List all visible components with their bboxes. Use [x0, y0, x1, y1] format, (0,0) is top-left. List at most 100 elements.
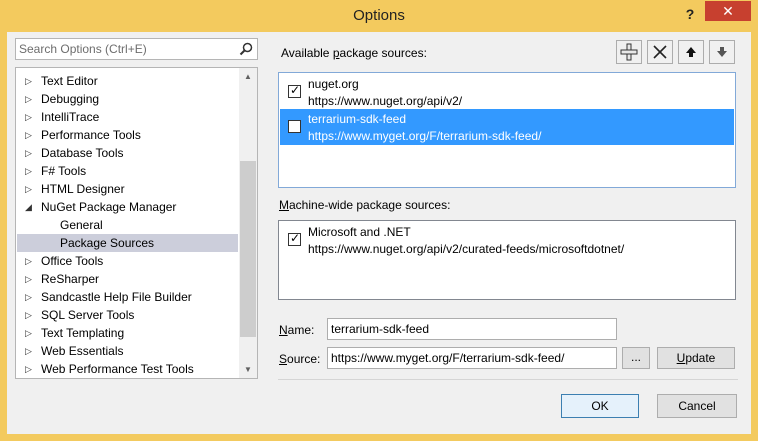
source-checkbox[interactable]: ✓ — [288, 231, 301, 246]
tree-item-label: IntelliTrace — [41, 110, 100, 124]
source-name: terrarium-sdk-feed — [308, 112, 407, 126]
tree-item-label: Debugging — [41, 92, 100, 106]
source-checkbox[interactable]: ✓ — [288, 83, 301, 98]
tree-item[interactable]: ▷ Sandcastle Help File Builder — [17, 288, 238, 306]
move-up-button[interactable] — [678, 40, 704, 64]
arrow-down-icon — [717, 47, 727, 57]
tree-item[interactable]: ▷ Performance Tools — [17, 126, 238, 144]
name-field[interactable]: terrarium-sdk-feed — [327, 318, 617, 340]
collapsed-arrow-icon[interactable]: ▷ — [25, 288, 35, 306]
window-title: Options — [353, 7, 405, 24]
plus-icon — [620, 43, 638, 61]
scroll-up-icon[interactable]: ▲ — [239, 68, 257, 85]
source-item-terrarium[interactable]: terrarium-sdk-feed https://www.myget.org… — [280, 109, 734, 145]
dialog-client: ▷ Text Editor ▷ Debugging ▷ IntelliTrace ▷ Perf… — [7, 32, 751, 434]
collapsed-arrow-icon[interactable]: ▷ — [25, 324, 35, 342]
x-icon — [653, 45, 667, 59]
tree-item-label: Office Tools — [41, 254, 104, 268]
search-icon[interactable] — [239, 42, 253, 56]
tree-item[interactable]: ▷ Text Templating — [17, 324, 238, 342]
tree-item-label: NuGet Package Manager — [41, 200, 177, 214]
source-item-microsoft-dotnet[interactable]: ✓ Microsoft and .NET https://www.nuget.o… — [280, 222, 734, 258]
tree-item-label: General — [60, 218, 103, 232]
tree-item-label: Sandcastle Help File Builder — [41, 290, 192, 304]
tree-item[interactable]: ▷ F# Tools — [17, 162, 238, 180]
collapsed-arrow-icon[interactable]: ▷ — [25, 180, 35, 198]
tree-item[interactable]: ▷ IntelliTrace — [17, 108, 238, 126]
add-source-button[interactable] — [616, 40, 642, 64]
source-url: https://www.myget.org/F/terrarium-sdk-fe… — [308, 129, 542, 143]
available-sources-label: Available package sources: — [281, 46, 427, 60]
tree-item[interactable]: ▷ Text Editor — [17, 72, 238, 90]
available-sources-list[interactable]: ✓ nuget.org https://www.nuget.org/api/v2… — [278, 72, 736, 188]
tree-item-label: HTML Designer — [41, 182, 125, 196]
tree-item[interactable]: ▷ Debugging — [17, 90, 238, 108]
collapsed-arrow-icon[interactable]: ▷ — [25, 72, 35, 90]
tree-item[interactable]: ▷ Web Performance Test Tools — [17, 360, 238, 378]
collapsed-arrow-icon[interactable]: ▷ — [25, 306, 35, 324]
tree-item-label: Windows Forms Designer — [41, 378, 178, 379]
collapsed-arrow-icon[interactable]: ▷ — [25, 144, 35, 162]
move-down-button[interactable] — [709, 40, 735, 64]
tree-item[interactable]: ▷ ReSharper — [17, 270, 238, 288]
tree-item[interactable]: ▷ HTML Designer — [17, 180, 238, 198]
options-tree[interactable]: ▷ Text Editor ▷ Debugging ▷ IntelliTrace ▷ Perf… — [15, 67, 258, 379]
tree-item-label: ReSharper — [41, 272, 100, 286]
collapsed-arrow-icon[interactable]: ▷ — [25, 360, 35, 378]
collapsed-arrow-icon[interactable]: ▷ — [25, 252, 35, 270]
collapsed-arrow-icon[interactable]: ▷ — [25, 270, 35, 288]
scroll-down-icon[interactable]: ▼ — [239, 361, 257, 378]
help-button[interactable]: ? — [680, 4, 700, 24]
collapsed-arrow-icon[interactable]: ▷ — [25, 90, 35, 108]
search-input[interactable] — [19, 41, 229, 57]
tree-item-label: Web Essentials — [41, 344, 124, 358]
scroll-thumb[interactable] — [240, 161, 256, 337]
remove-source-button[interactable] — [647, 40, 673, 64]
source-label: Source: — [279, 352, 321, 366]
tree-item-label: Database Tools — [41, 146, 124, 160]
tree-item[interactable]: ▷ SQL Server Tools — [17, 306, 238, 324]
collapsed-arrow-icon[interactable]: ▷ — [25, 108, 35, 126]
tree-item[interactable]: ◢ NuGet Package Manager — [17, 198, 238, 216]
close-button[interactable]: ✕ — [705, 1, 751, 21]
tree-item-label: SQL Server Tools — [41, 308, 135, 322]
options-window: Options ? ✕ ▷ Text Editor ▷ Debugging ▷ Intel… — [0, 0, 758, 441]
tree-item-label: Text Editor — [41, 74, 98, 88]
title-bar[interactable]: Options ? ✕ — [0, 0, 758, 32]
update-button[interactable]: Update — [657, 347, 735, 369]
tree-item[interactable]: ▷ Database Tools — [17, 144, 238, 162]
collapsed-arrow-icon[interactable]: ▷ — [25, 378, 35, 379]
tree-item-label: Performance Tools — [41, 128, 141, 142]
close-icon: ✕ — [722, 3, 734, 19]
tree-item[interactable]: ▷ Office Tools — [17, 252, 238, 270]
tree-item[interactable]: General — [17, 216, 238, 234]
tree-item-label: Package Sources — [60, 236, 155, 250]
search-box[interactable] — [15, 38, 258, 60]
source-url: https://www.nuget.org/api/v2/ — [308, 94, 463, 108]
source-name: Microsoft and .NET — [308, 225, 411, 239]
collapsed-arrow-icon[interactable]: ▷ — [25, 162, 35, 180]
ok-button[interactable]: OK — [561, 394, 639, 418]
arrow-up-icon — [686, 47, 696, 57]
source-checkbox[interactable] — [288, 120, 301, 133]
expanded-arrow-icon[interactable]: ◢ — [25, 198, 35, 216]
name-label: Name: — [279, 323, 315, 337]
cancel-button[interactable]: Cancel — [657, 394, 737, 418]
collapsed-arrow-icon[interactable]: ▷ — [25, 342, 35, 360]
source-name: nuget.org — [308, 77, 359, 91]
source-field[interactable]: https://www.myget.org/F/terrarium-sdk-fe… — [327, 347, 617, 369]
collapsed-arrow-icon[interactable]: ▷ — [25, 126, 35, 144]
separator — [278, 379, 738, 380]
machine-sources-list[interactable]: ✓ Microsoft and .NET https://www.nuget.o… — [278, 220, 736, 300]
source-url: https://www.nuget.org/api/v2/curated-fee… — [308, 242, 625, 256]
source-item-nuget-org[interactable]: ✓ nuget.org https://www.nuget.org/api/v2… — [280, 74, 734, 110]
tree-scrollbar[interactable]: ▲ ▼ — [239, 68, 257, 378]
machine-sources-label: Machine-wide package sources: — [279, 198, 451, 212]
tree-item[interactable]: ▷ Web Essentials — [17, 342, 238, 360]
tree-item[interactable]: ▷ Windows Forms Designer — [17, 378, 238, 379]
browse-button[interactable]: ... — [622, 347, 650, 369]
tree-item-label: Web Performance Test Tools — [41, 362, 194, 376]
tree-item-label: Text Templating — [41, 326, 125, 340]
tree-item[interactable]: Package Sources — [17, 234, 238, 252]
tree-item-label: F# Tools — [41, 164, 87, 178]
